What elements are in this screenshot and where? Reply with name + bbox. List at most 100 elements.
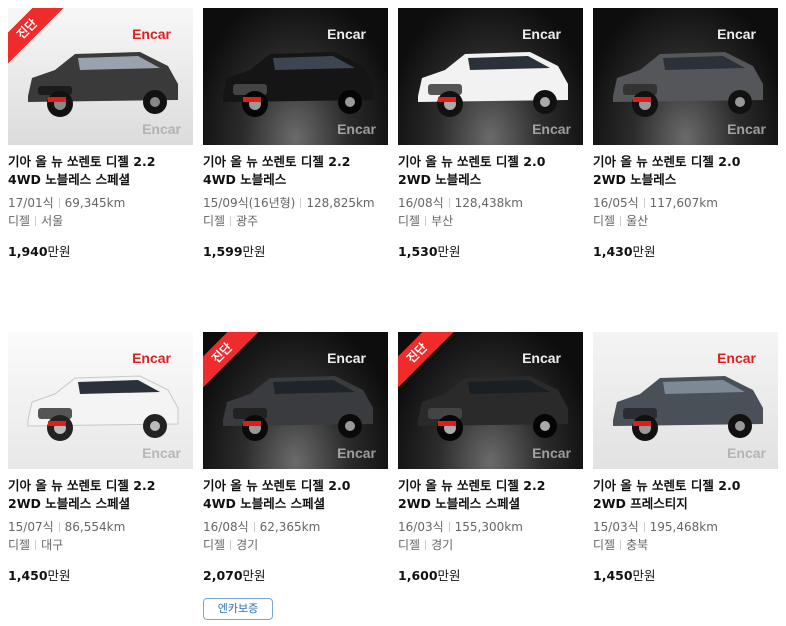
price-unit: 만원 — [437, 568, 461, 583]
listing-year: 15/09식(16년형) — [203, 196, 296, 210]
listing-region: 충북 — [626, 538, 649, 552]
price-unit: 만원 — [632, 568, 656, 583]
listing-year: 16/08식 — [203, 520, 249, 534]
listing-year-mileage: 16/08식 128,438km — [398, 195, 583, 211]
divider — [448, 198, 450, 208]
listing-mileage: 69,345km — [64, 196, 126, 210]
suv-photo-icon — [223, 376, 373, 441]
car-photo[interactable]: Encar 진단 Encar — [8, 8, 193, 145]
listing-year: 17/01식 — [8, 196, 54, 210]
listing-year-mileage: 17/01식 69,345km — [8, 195, 193, 211]
listing-year: 15/07식 — [8, 520, 54, 534]
divider — [620, 216, 622, 226]
listing-fuel-region: 디젤 서울 — [8, 213, 193, 229]
listing-mileage: 86,554km — [64, 520, 126, 534]
divider — [448, 522, 450, 532]
listing-fuel: 디젤 — [8, 538, 31, 552]
listing-card[interactable]: Encar Encar 기아 올 뉴 쏘렌토 디젤 2.2 4WD 노블레스 1… — [203, 8, 388, 260]
listing-fuel-region: 디젤 부산 — [398, 213, 583, 229]
car-photo[interactable]: Encar Encar — [203, 8, 388, 145]
price-value: 1,450 — [8, 568, 48, 583]
car-photo[interactable]: Encar Encar — [593, 332, 778, 469]
listing-fuel-region: 디젤 경기 — [203, 537, 388, 553]
listing-title[interactable]: 기아 올 뉴 쏘렌토 디젤 2.2 2WD 노블레스 스페셜 — [398, 477, 580, 513]
price-value: 1,940 — [8, 244, 48, 259]
listing-card[interactable]: Encar Encar 기아 올 뉴 쏘렌토 디젤 2.0 2WD 노블레스 1… — [593, 8, 778, 260]
listing-fuel: 디젤 — [593, 214, 616, 228]
listing-fuel-region: 디젤 충북 — [593, 537, 778, 553]
listing-fuel-region: 디젤 경기 — [398, 537, 583, 553]
listing-title[interactable]: 기아 올 뉴 쏘렌토 디젤 2.0 2WD 노블레스 — [398, 153, 580, 189]
listing-card[interactable]: Encar Encar 기아 올 뉴 쏘렌토 디젤 2.2 2WD 노블레스 스… — [8, 332, 193, 584]
listing-title[interactable]: 기아 올 뉴 쏘렌토 디젤 2.2 4WD 노블레스 스페셜 — [8, 153, 190, 189]
listing-mileage: 128,825km — [306, 196, 375, 210]
suv-photo-icon — [418, 376, 568, 441]
price-unit: 만원 — [47, 568, 71, 583]
divider — [643, 522, 645, 532]
price-value: 2,070 — [203, 568, 243, 583]
price-unit: 만원 — [242, 244, 266, 259]
price-unit: 만원 — [632, 244, 656, 259]
listing-card[interactable]: Encar 진단 Encar 기아 올 뉴 쏘렌토 디젤 2.2 2WD 노블레… — [398, 332, 583, 584]
encar-watermark-bottom: Encar — [727, 121, 766, 137]
listing-fuel: 디젤 — [203, 538, 226, 552]
encar-watermark-bottom: Encar — [142, 445, 181, 461]
car-photo[interactable]: Encar 진단 Encar — [203, 332, 388, 469]
listing-price: 1,430만원 — [593, 241, 778, 260]
encar-watermark-bottom: Encar — [337, 445, 376, 461]
listing-region: 광주 — [236, 214, 259, 228]
listing-year-mileage: 16/05식 117,607km — [593, 195, 778, 211]
divider — [425, 216, 427, 226]
car-photo[interactable]: Encar Encar — [593, 8, 778, 145]
listing-card[interactable]: Encar Encar 기아 올 뉴 쏘렌토 디젤 2.0 2WD 노블레스 1… — [398, 8, 583, 260]
encar-watermark-bottom: Encar — [532, 445, 571, 461]
listing-title[interactable]: 기아 올 뉴 쏘렌토 디젤 2.2 2WD 노블레스 스페셜 — [8, 477, 190, 513]
suv-photo-icon — [223, 52, 373, 117]
listing-mileage: 155,300km — [454, 520, 523, 534]
listing-year: 15/03식 — [593, 520, 639, 534]
listing-price: 1,600만원 — [398, 565, 583, 584]
divider — [230, 216, 232, 226]
suv-photo-icon — [28, 52, 178, 117]
price-value: 1,450 — [593, 568, 633, 583]
price-unit: 만원 — [47, 244, 71, 259]
car-photo[interactable]: Encar 진단 Encar — [398, 332, 583, 469]
listing-region: 서울 — [41, 214, 64, 228]
encar-watermark-bottom: Encar — [142, 121, 181, 137]
listing-year-mileage: 15/07식 86,554km — [8, 519, 193, 535]
listing-title[interactable]: 기아 올 뉴 쏘렌토 디젤 2.2 4WD 노블레스 — [203, 153, 385, 189]
encar-watermark-bottom: Encar — [727, 445, 766, 461]
listing-fuel: 디젤 — [398, 214, 421, 228]
listing-card[interactable]: Encar Encar 기아 올 뉴 쏘렌토 디젤 2.0 2WD 프레스티지 … — [593, 332, 778, 584]
listing-region: 부산 — [431, 214, 454, 228]
price-value: 1,599 — [203, 244, 243, 259]
divider — [35, 540, 37, 550]
listing-price: 2,070만원 — [203, 565, 388, 584]
listing-region: 대구 — [41, 538, 64, 552]
listing-price: 1,940만원 — [8, 241, 193, 260]
listing-mileage: 128,438km — [454, 196, 523, 210]
listing-fuel: 디젤 — [203, 214, 226, 228]
car-photo[interactable]: Encar Encar — [398, 8, 583, 145]
listing-year-mileage: 16/03식 155,300km — [398, 519, 583, 535]
listing-price: 1,450만원 — [593, 565, 778, 584]
listing-region: 경기 — [431, 538, 454, 552]
listing-title[interactable]: 기아 올 뉴 쏘렌토 디젤 2.0 4WD 노블레스 스페셜 — [203, 477, 385, 513]
listing-title[interactable]: 기아 올 뉴 쏘렌토 디젤 2.0 2WD 프레스티지 — [593, 477, 775, 513]
encar-warranty-badge[interactable]: 엔카보증 — [203, 598, 273, 620]
listing-mileage: 62,365km — [259, 520, 321, 534]
listing-mileage: 117,607km — [649, 196, 718, 210]
listing-fuel: 디젤 — [8, 214, 31, 228]
listing-price: 1,450만원 — [8, 565, 193, 584]
listing-card[interactable]: Encar 진단 Encar 기아 올 뉴 쏘렌토 디젤 2.0 4WD 노블레… — [203, 332, 388, 620]
listing-price: 1,599만원 — [203, 241, 388, 260]
listing-region: 울산 — [626, 214, 649, 228]
car-photo[interactable]: Encar Encar — [8, 332, 193, 469]
listing-card[interactable]: Encar 진단 Encar 기아 올 뉴 쏘렌토 디젤 2.2 4WD 노블레… — [8, 8, 193, 260]
listing-mileage: 195,468km — [649, 520, 718, 534]
divider — [58, 522, 60, 532]
listing-title[interactable]: 기아 올 뉴 쏘렌토 디젤 2.0 2WD 노블레스 — [593, 153, 775, 189]
suv-photo-icon — [613, 376, 763, 441]
suv-photo-icon — [613, 52, 763, 117]
listing-year-mileage: 15/09식(16년형) 128,825km — [203, 195, 388, 211]
